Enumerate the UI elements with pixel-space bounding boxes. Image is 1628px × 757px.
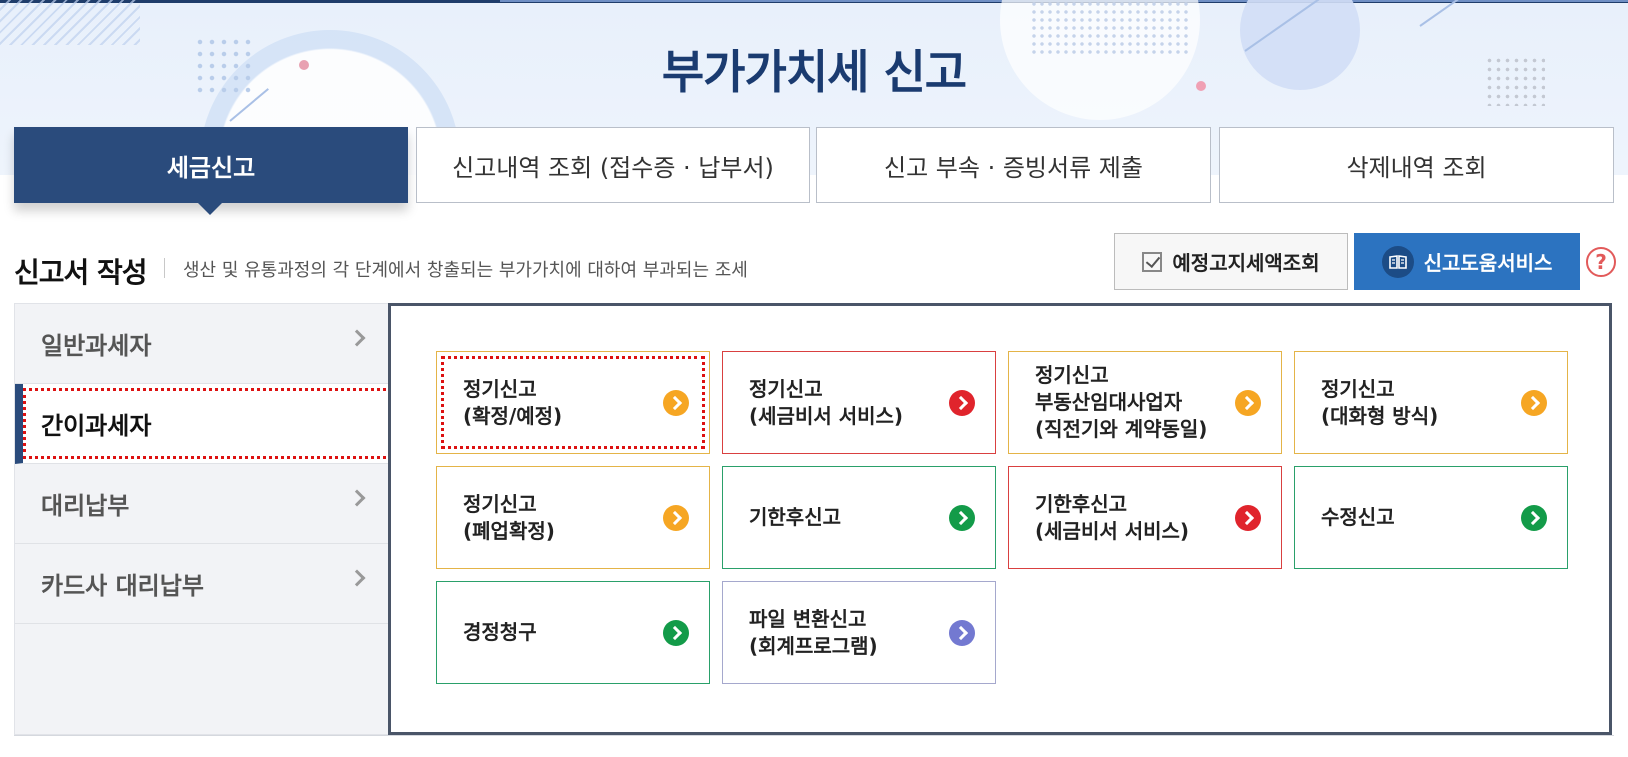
card-regular-filing-interactive[interactable]: 정기신고 (대화형 방식) [1294,351,1568,454]
chevron-right-icon [348,329,366,347]
chevron-right-icon [348,569,366,587]
card-late-filing[interactable]: 기한후신고 [722,466,996,569]
card-label: 기한후신고 (세금비서 서비스) [1035,491,1190,543]
book-icon [1381,245,1414,278]
selection-highlight [23,388,392,459]
card-correction-claim[interactable]: 경정청구 [436,581,710,684]
page-title: 부가가치세 신고 [661,45,967,99]
divider [164,258,165,278]
tab-deleted-history[interactable]: 삭제내역 조회 [1219,127,1614,203]
card-regular-filing-closure[interactable]: 정기신고 (폐업확정) [436,466,710,569]
menu-item-label: 카드사 대리납부 [41,572,204,600]
filing-help-service-button[interactable]: 신고도움서비스 [1354,233,1580,290]
card-label: 정기신고 (확정/예정) [463,376,563,428]
arrow-right-icon [1521,505,1547,531]
menu-item-card-company-proxy-payment[interactable]: 카드사 대리납부 [15,544,391,624]
card-file-conversion-filing[interactable]: 파일 변환신고 (회계프로그램) [722,581,996,684]
arrow-right-icon [663,505,689,531]
arrow-right-icon [949,390,975,416]
arrow-right-icon [1235,390,1261,416]
card-regular-filing-tax-secretary[interactable]: 정기신고 (세금비서 서비스) [722,351,996,454]
arrow-right-icon [1521,390,1547,416]
checkbox-icon [1142,251,1163,272]
taxpayer-type-menu: 일반과세자 간이과세자 대리납부 카드사 대리납부 [14,303,392,735]
arrow-right-icon [949,505,975,531]
card-label: 정기신고 (세금비서 서비스) [749,376,904,428]
arrow-right-icon [949,620,975,646]
menu-item-proxy-payment[interactable]: 대리납부 [15,464,391,544]
card-label: 경정청구 [463,620,537,644]
menu-item-general-taxpayer[interactable]: 일반과세자 [15,304,391,384]
tab-tax-filing[interactable]: 세금신고 [14,127,408,203]
card-regular-filing-final[interactable]: 정기신고 (확정/예정) [436,351,710,454]
tab-attachments-submit[interactable]: 신고 부속 · 증빙서류 제출 [816,127,1211,203]
filing-help-service-label: 신고도움서비스 [1423,251,1553,275]
predicted-tax-lookup-button[interactable]: 예정고지세액조회 [1114,233,1348,290]
menu-item-label: 대리납부 [41,492,130,520]
card-amended-filing[interactable]: 수정신고 [1294,466,1568,569]
main-tabs: 세금신고 신고내역 조회 (접수증 · 납부서) 신고 부속 · 증빙서류 제출… [14,127,1614,203]
arrow-right-icon [663,620,689,646]
arrow-right-icon [1235,505,1261,531]
card-label: 정기신고 부동산임대사업자 (직전기와 계약동일) [1035,363,1208,441]
section-description: 생산 및 유통과정의 각 단계에서 창출되는 부가가치에 대하여 부과되는 조세 [183,260,748,281]
card-late-filing-tax-secretary[interactable]: 기한후신고 (세금비서 서비스) [1008,466,1282,569]
tab-filing-history[interactable]: 신고내역 조회 (접수증 · 납부서) [416,127,810,203]
card-label: 기한후신고 [749,505,841,529]
chevron-right-icon [348,489,366,507]
filing-options-panel: 정기신고 (확정/예정) 정기신고 (세금비서 서비스) 정기신고 부동산임대사… [388,303,1612,735]
card-regular-filing-real-estate[interactable]: 정기신고 부동산임대사업자 (직전기와 계약동일) [1008,351,1282,454]
divider [14,735,1614,736]
help-question-icon[interactable]: ? [1586,247,1616,277]
decorative-line [1419,0,1470,27]
menu-item-label: 일반과세자 [41,332,152,360]
arrow-right-icon [663,390,689,416]
card-label: 정기신고 (대화형 방식) [1321,376,1439,428]
card-label: 파일 변환신고 (회계프로그램) [749,606,878,658]
section-title: 신고서 작성 [14,256,148,289]
card-label: 정기신고 (폐업확정) [463,491,555,543]
active-tab-caret [197,202,223,215]
card-label: 수정신고 [1321,505,1395,529]
predicted-tax-lookup-label: 예정고지세액조회 [1172,251,1320,275]
menu-item-simplified-taxpayer[interactable]: 간이과세자 [15,384,392,464]
